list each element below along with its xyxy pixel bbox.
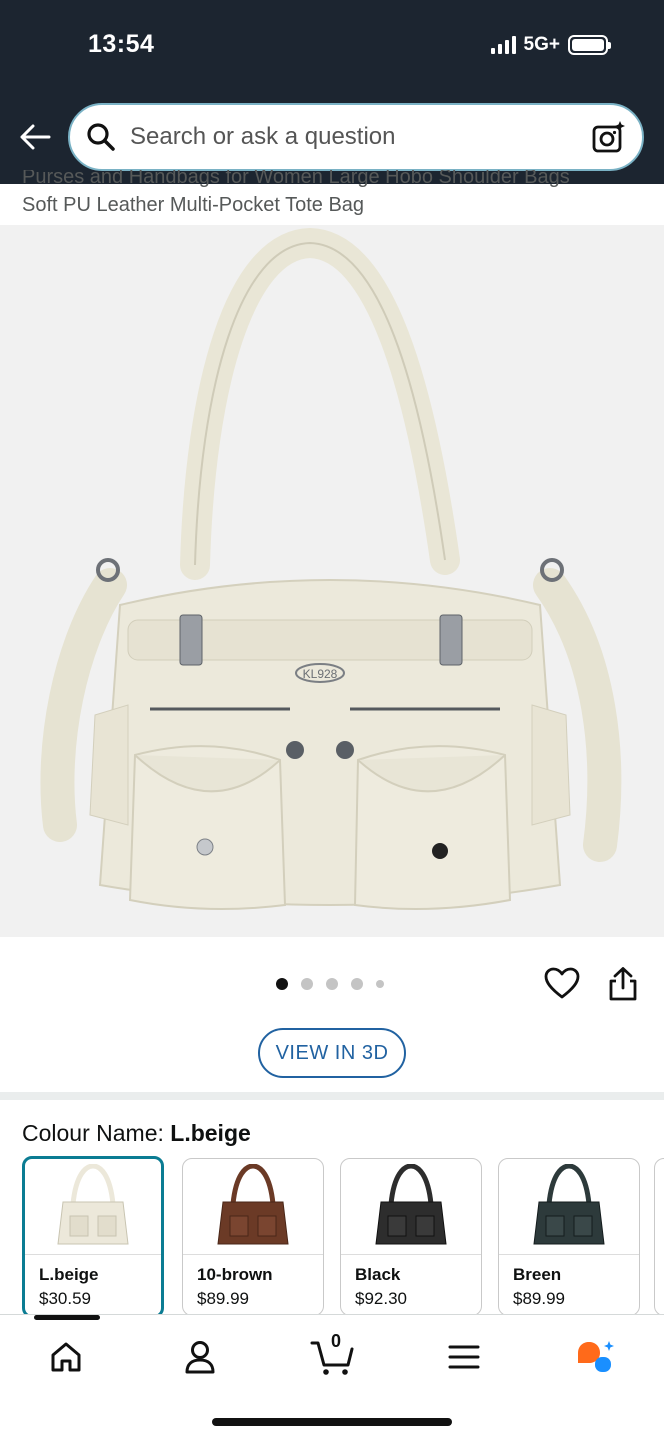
colour-swatch-black[interactable]: Black $92.30 xyxy=(340,1158,482,1316)
swatch-price: $89.99 xyxy=(513,1289,565,1308)
top-header: 13:54 5G+ Search or ask a question xyxy=(0,0,664,184)
swatch-name: Breen xyxy=(513,1265,562,1284)
search-input[interactable]: Search or ask a question xyxy=(130,123,590,151)
carousel-dot[interactable] xyxy=(276,978,288,990)
share-button[interactable] xyxy=(606,966,640,1002)
scroll-indicator xyxy=(34,1315,100,1320)
share-icon xyxy=(609,967,637,1001)
swatch-price: $30.59 xyxy=(39,1289,91,1308)
swatch-image xyxy=(341,1159,481,1255)
swatch-price: $89.99 xyxy=(197,1289,249,1308)
nav-cart[interactable]: 0 xyxy=(310,1331,354,1379)
colour-label-prefix: Colour Name: xyxy=(22,1120,171,1146)
status-icons: 5G+ xyxy=(490,34,611,56)
selected-colour: L.beige xyxy=(170,1120,251,1146)
carousel-dot[interactable] xyxy=(376,980,384,988)
battery-icon xyxy=(568,35,611,55)
product-title-line-2: Soft PU Leather Multi-Pocket Tote Bag xyxy=(22,194,365,216)
swatch-image xyxy=(183,1159,323,1255)
account-icon xyxy=(185,1341,215,1374)
nav-rufus[interactable] xyxy=(574,1335,618,1379)
swatch-name: 10-brown xyxy=(197,1265,273,1284)
swatch-image xyxy=(25,1159,161,1255)
nav-account[interactable] xyxy=(178,1335,222,1379)
rufus-icon xyxy=(578,1341,614,1372)
handbag-illustration: KL928 xyxy=(40,227,622,910)
product-title[interactable]: Purses and Handbags for Women Large Hobo… xyxy=(22,170,642,224)
home-icon xyxy=(51,1342,81,1372)
menu-icon xyxy=(448,1345,480,1369)
home-indicator xyxy=(212,1418,452,1426)
brand-logo-text: KL928 xyxy=(303,667,338,681)
carousel-dot[interactable] xyxy=(301,978,313,990)
heart-icon xyxy=(544,967,580,999)
nav-home[interactable] xyxy=(44,1335,88,1379)
swatch-name: Black xyxy=(355,1265,401,1284)
back-button[interactable] xyxy=(16,118,54,156)
back-arrow-icon xyxy=(20,124,51,150)
swatch-image xyxy=(499,1159,639,1255)
colour-swatch-breen[interactable]: Breen $89.99 xyxy=(498,1158,640,1316)
carousel-dot[interactable] xyxy=(351,978,363,990)
search-bar[interactable]: Search or ask a question xyxy=(68,103,644,171)
search-icon xyxy=(87,123,115,151)
image-carousel-dots[interactable] xyxy=(276,978,384,990)
product-image[interactable]: KL928 xyxy=(0,225,664,937)
nav-menu[interactable] xyxy=(442,1335,486,1379)
status-time: 13:54 xyxy=(88,30,155,58)
colour-swatch-lbeige[interactable]: L.beige $30.59 xyxy=(22,1156,164,1316)
view-in-3d-button[interactable]: VIEW IN 3D xyxy=(258,1028,406,1078)
colour-name-label: Colour Name: L.beige xyxy=(22,1120,251,1147)
camera-search-icon[interactable] xyxy=(590,119,626,155)
colour-swatch-10-brown[interactable]: 10-brown $89.99 xyxy=(182,1158,324,1316)
carousel-dot[interactable] xyxy=(326,978,338,990)
cart-count: 0 xyxy=(330,1331,341,1351)
swatch-price: $92.30 xyxy=(355,1289,407,1308)
colour-swatch-list[interactable]: L.beige $30.59 10-brown $89.99 Black $92… xyxy=(22,1156,664,1316)
product-title-line-1: Purses and Handbags for Women Large Hobo… xyxy=(22,170,570,188)
signal-icon xyxy=(490,36,516,54)
section-divider xyxy=(0,1092,664,1100)
network-label: 5G+ xyxy=(523,34,560,55)
swatch-name: L.beige xyxy=(39,1265,99,1284)
wishlist-button[interactable] xyxy=(544,966,580,1002)
colour-swatch-more[interactable] xyxy=(654,1158,664,1316)
